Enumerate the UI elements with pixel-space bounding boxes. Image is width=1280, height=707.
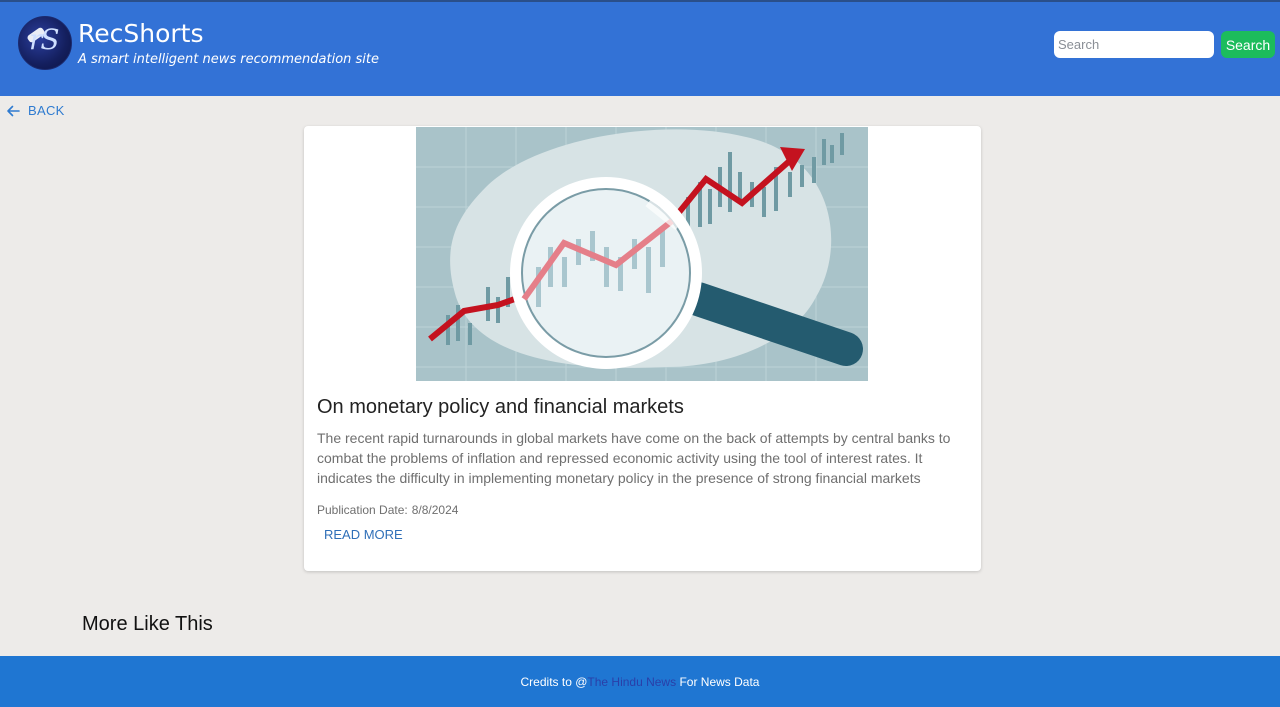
site-footer: Credits to @ The Hindu News For News Data [0,656,1280,707]
site-title[interactable]: RecShorts [78,19,204,48]
rs-logo-icon[interactable]: rS [18,16,72,70]
site-header: rS RecShorts A smart intelligent news re… [0,0,1280,96]
publication-date: Publication Date: 8/8/2024 [317,503,458,517]
magnifier-chart-illustration[interactable] [416,127,868,381]
search-input[interactable] [1054,31,1214,58]
site-tagline: A smart intelligent news recommendation … [78,52,380,67]
footer-prefix: Credits to @ [520,674,588,689]
more-like-this-heading: More Like This [82,613,213,635]
publication-date-value: 8/8/2024 [411,503,459,517]
article-card: On monetary policy and financial markets… [304,126,981,571]
logo-mark: rS [29,23,60,56]
back-button[interactable]: BACK [6,103,65,118]
back-label: BACK [28,103,65,118]
search-button[interactable]: Search [1221,31,1275,58]
publication-date-label: Publication Date: [317,503,408,517]
article-title[interactable]: On monetary policy and financial markets [317,396,684,419]
arrow-left-icon [7,105,20,116]
footer-suffix: For News Data [676,674,760,689]
article-description: The recent rapid turnarounds in global m… [317,430,951,486]
footer-source-link[interactable]: The Hindu News [587,675,676,689]
read-more-link[interactable]: READ MORE [324,527,403,542]
